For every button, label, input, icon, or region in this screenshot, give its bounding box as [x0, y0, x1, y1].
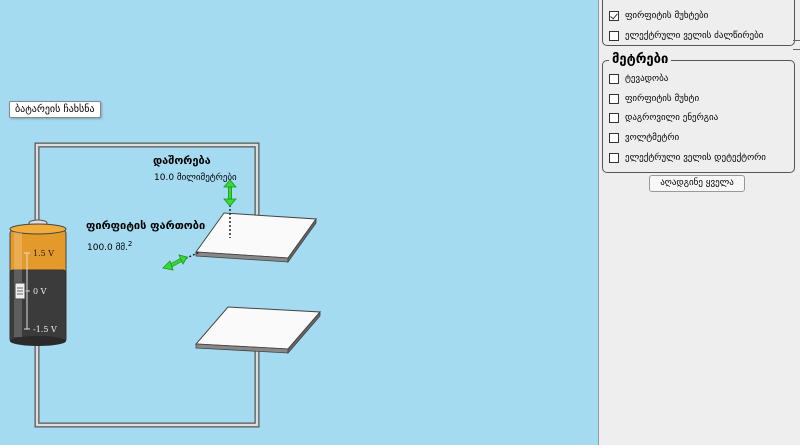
bottom-wire-inner [35, 345, 259, 427]
bottom-plate [194, 306, 322, 355]
meter-stored-energy[interactable]: დაგროვილი ენერგია [609, 113, 718, 123]
plate-area-value: 100.0 მმ.2 [87, 240, 133, 253]
simulation-area: 1.5 V 0 V -1.5 V ბატარეის ჩახსნა დაშორებ… [0, 0, 598, 445]
separation-title: დაშორება [153, 154, 211, 167]
meter-stored-energy-label: დაგროვილი ენერგია [625, 113, 719, 123]
checkbox-unchecked[interactable] [609, 153, 619, 163]
top-plate[interactable] [195, 212, 317, 264]
reset-all-button[interactable]: აღადგინე ყველა [649, 175, 745, 192]
area-drag-arrow[interactable] [162, 254, 188, 271]
separation-value: 10.0 მილიმეტრები [154, 173, 237, 183]
edge-mark [793, 40, 800, 50]
meter-plate-charge-label: ფირფიტის მუხტი [625, 94, 700, 104]
battery-mid-label: 0 V [33, 287, 47, 296]
meter-voltmeter-label: ვოლტმეტრი [625, 133, 680, 143]
meter-plate-charge[interactable]: ფირფიტის მუხტი [609, 94, 699, 104]
checkbox-unchecked[interactable] [609, 133, 619, 143]
battery: 1.5 V 0 V -1.5 V [9, 219, 67, 346]
checkbox-unchecked[interactable] [609, 94, 619, 104]
meter-capacitance-label: ტევადობა [625, 74, 669, 84]
meter-field-detector[interactable]: ელექტრული ველის დეტექტორი [609, 153, 766, 163]
meter-field-detector-label: ელექტრული ველის დეტექტორი [625, 153, 766, 163]
disconnect-battery-button[interactable]: ბატარეის ჩახსნა [9, 101, 101, 118]
field-lines-checkbox[interactable]: ელექტრული ველის ძალწირები [609, 31, 763, 41]
separation-drag-arrow[interactable] [223, 179, 237, 207]
field-lines-label: ელექტრული ველის ძალწირები [625, 31, 764, 41]
bottom-wire [34, 345, 260, 428]
meters-box: მეტრები ტევადობა ფირფიტის მუხტი დაგროვილ… [602, 52, 795, 173]
meter-capacitance[interactable]: ტევადობა [609, 74, 668, 84]
meters-title: მეტრები [609, 52, 672, 67]
voltage-slider[interactable] [14, 282, 26, 300]
checkbox-unchecked[interactable] [609, 74, 619, 84]
checkbox-checked[interactable] [609, 11, 619, 21]
checkbox-unchecked[interactable] [609, 113, 619, 123]
plate-charges-label: ფირფიტის მუხტები [625, 11, 709, 21]
battery-bottom-label: -1.5 V [33, 325, 57, 334]
control-panel: ფირფიტის მუხტები ელექტრული ველის ძალწირე… [598, 0, 800, 445]
view-box: ფირფიტის მუხტები ელექტრული ველის ძალწირე… [602, 0, 795, 46]
plate-charges-checkbox[interactable]: ფირფიტის მუხტები [609, 11, 708, 21]
checkbox-unchecked[interactable] [609, 31, 619, 41]
battery-top-label: 1.5 V [33, 249, 54, 258]
meter-voltmeter[interactable]: ვოლტმეტრი [609, 133, 679, 143]
plate-area-title: ფირფიტის ფართობი [86, 219, 206, 232]
